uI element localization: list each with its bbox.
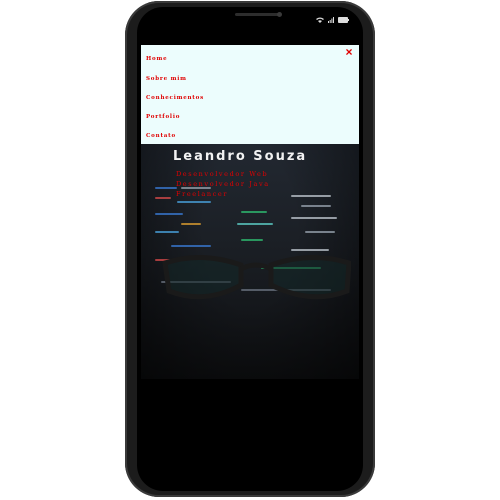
speaker-notch: [235, 13, 279, 16]
hero-roles: Desenvolvedor Web Desenvolvedor Java Fre…: [176, 169, 270, 199]
hero-role-1: Desenvolvedor Web: [176, 170, 269, 178]
signal-icon: [328, 17, 334, 23]
status-bar: [137, 7, 363, 33]
close-icon[interactable]: ×: [343, 45, 355, 59]
menu-item-portfolio[interactable]: Portfolio: [146, 114, 180, 120]
battery-icon: [338, 17, 349, 23]
menu-item-conhecimentos[interactable]: Conhecimentos: [146, 95, 204, 101]
glasses-image: [162, 254, 351, 300]
status-icons: [316, 17, 349, 23]
phone-screen: Leandro Souza Desenvolvedor Web Desenvol…: [137, 7, 363, 491]
hero-role-3: Freelancer: [176, 190, 229, 198]
menu-item-sobre-mim[interactable]: Sobre mim: [146, 76, 187, 82]
hero-name: Leandro Souza: [173, 149, 308, 164]
front-camera: [277, 12, 282, 17]
menu-item-home[interactable]: Home: [146, 56, 167, 62]
nav-menu: × Home Sobre mim Conhecimentos Portfolio…: [141, 45, 359, 144]
menu-item-contato[interactable]: Contato: [146, 133, 176, 139]
wifi-icon: [316, 17, 324, 23]
hero-role-2: Desenvolvedor Java: [176, 180, 270, 188]
